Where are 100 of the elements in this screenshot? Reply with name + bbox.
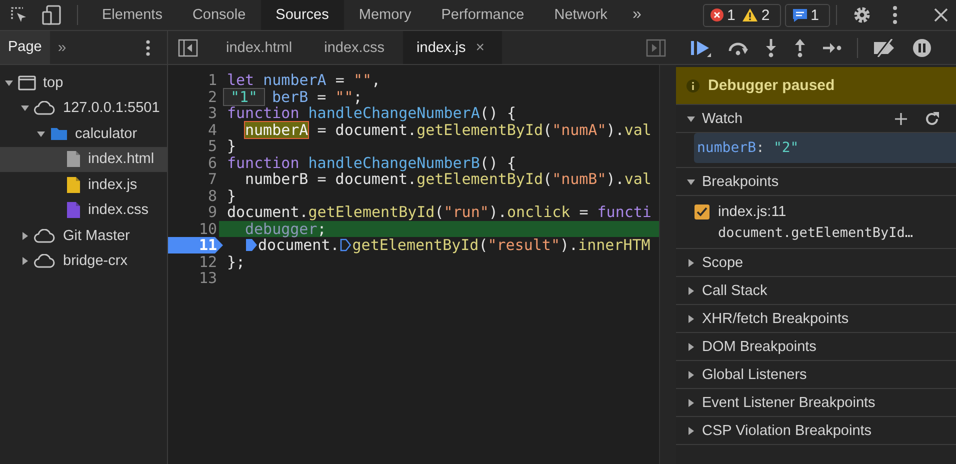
code-line: berB = ""; — [271, 88, 362, 105]
more-tabs-button[interactable]: » — [622, 6, 654, 24]
line-number: 12 — [198, 254, 218, 270]
cloud-icon — [34, 101, 56, 116]
messages-badge[interactable]: 1 — [784, 4, 830, 26]
tree-item[interactable]: index.js — [0, 172, 167, 198]
tree-label: index.html — [88, 151, 154, 168]
line-number: 8 — [206, 188, 218, 204]
settings-icon[interactable] — [852, 5, 872, 25]
pause-icon[interactable] — [912, 38, 932, 58]
more-tabs-button[interactable]: » — [50, 39, 74, 56]
tree-item[interactable]: bridge-crx — [0, 248, 167, 274]
panel-tab[interactable]: Network — [539, 0, 622, 30]
section-title: Breakpoints — [702, 174, 779, 190]
navigator-tab[interactable]: Page — [0, 31, 50, 64]
step-out-icon[interactable] — [793, 38, 807, 58]
badge-count: 2 — [761, 6, 770, 24]
breakpoint-location[interactable]: index.js:11 — [718, 202, 914, 222]
step-into-icon[interactable] — [764, 38, 778, 58]
tree-item[interactable]: calculator — [0, 121, 167, 146]
file-tab[interactable]: index.html — [212, 31, 310, 64]
sidebar-toggle-icon[interactable] — [646, 38, 666, 56]
code-line: document.getElementById("run").onclick = functi — [226, 204, 652, 220]
panel-tab[interactable]: Console — [177, 0, 261, 30]
section-header[interactable]: XHR/fetch Breakpoints — [676, 305, 956, 333]
tree-item[interactable]: Git Master — [0, 223, 167, 248]
info-icon — [686, 78, 700, 92]
section-header[interactable]: CSP Violation Breakpoints — [676, 417, 956, 445]
code-line: function handleChangeNumberB() { — [226, 154, 516, 171]
section-header[interactable]: Call Stack — [676, 277, 956, 305]
line-number: 7 — [206, 171, 218, 188]
tab-label: index.html — [226, 40, 292, 56]
breakpoint-marker-icon[interactable] — [246, 238, 257, 252]
close-icon[interactable] — [934, 8, 948, 22]
section-title: CSP Violation Breakpoints — [702, 422, 872, 438]
file-icon — [66, 150, 81, 168]
collapse-arrow-icon[interactable] — [20, 230, 30, 241]
banner-text: Debugger paused — [708, 77, 835, 94]
section-title: XHR/fetch Breakpoints — [702, 310, 849, 326]
cloud-icon — [34, 254, 56, 268]
code-line: numberA = document.getElementById("numA").val — [244, 122, 652, 138]
issues-badge[interactable]: 1 2 — [702, 4, 781, 26]
section-title: Scope — [702, 254, 744, 270]
line-number: 2 — [206, 88, 218, 105]
breakpoint-marker-icon[interactable] — [340, 238, 352, 252]
tree-label: index.js — [88, 176, 138, 193]
warning-icon — [742, 8, 758, 22]
tree-item[interactable]: index.css — [0, 198, 167, 223]
section-header[interactable]: Breakpoints — [676, 168, 956, 196]
file-tab[interactable]: index.js × — [402, 31, 502, 64]
section-header[interactable]: DOM Breakpoints — [676, 333, 956, 361]
step-icon[interactable] — [822, 40, 842, 54]
panel-tab[interactable]: Performance — [426, 0, 540, 30]
section-header[interactable]: Event Listener Breakpoints — [676, 389, 956, 417]
line-number: 10 — [198, 220, 218, 237]
more-options-icon[interactable] — [892, 5, 898, 25]
deactivate-breakpoints-icon[interactable] — [873, 38, 897, 56]
tree-item[interactable]: 127.0.0.1:5501 — [0, 96, 167, 121]
section-title: Call Stack — [702, 282, 768, 298]
breakpoint-code: document.getElementById… — [718, 224, 914, 243]
refresh-icon[interactable] — [924, 110, 940, 126]
line-number: 4 — [206, 122, 218, 138]
tree-item[interactable]: index.html — [0, 146, 167, 172]
tree-label: bridge-crx — [63, 253, 128, 270]
file-icon — [66, 201, 81, 220]
code-line: function handleChangeNumberA() { — [226, 105, 516, 122]
watch-expression[interactable]: numberB: "2" — [694, 133, 956, 163]
section-title: Event Listener Breakpoints — [702, 394, 876, 410]
line-number: 13 — [198, 270, 218, 286]
collapse-arrow-icon[interactable] — [20, 256, 30, 266]
more-options-icon[interactable] — [145, 38, 151, 56]
expand-arrow-icon[interactable] — [4, 78, 14, 88]
line-number: 3 — [206, 105, 218, 122]
message-icon — [792, 7, 808, 23]
folder-icon — [50, 126, 68, 142]
file-tab[interactable]: index.css — [310, 31, 403, 64]
line-number: 5 — [206, 138, 218, 154]
add-icon[interactable] — [894, 112, 908, 126]
tree-label: index.css — [88, 202, 148, 218]
tree-item[interactable]: top — [0, 70, 167, 96]
expand-arrow-icon[interactable] — [36, 128, 46, 139]
expand-arrow-icon[interactable] — [20, 103, 30, 114]
close-tab-button[interactable]: × — [476, 39, 484, 56]
device-icon[interactable] — [41, 4, 63, 26]
scrollbar[interactable] — [659, 65, 676, 464]
section-title: Watch — [702, 110, 743, 126]
section-header[interactable]: Scope — [676, 249, 956, 277]
panel-tab[interactable]: Sources — [260, 0, 344, 30]
code-line: document. getElementById("result").innerHTM — [223, 237, 650, 254]
panel-tab[interactable]: Elements — [87, 0, 178, 30]
section-header[interactable]: Global Listeners — [676, 361, 956, 389]
panel-tab[interactable]: Memory — [344, 0, 426, 30]
checkbox[interactable] — [694, 204, 710, 220]
code-line: let numberA = "", — [226, 72, 381, 88]
sidebar-toggle-icon[interactable] — [178, 38, 198, 56]
tree-label: calculator — [75, 126, 138, 142]
file-icon — [66, 176, 81, 194]
error-icon — [710, 8, 724, 22]
section-title: Global Listeners — [702, 366, 807, 382]
resume-icon[interactable] — [690, 38, 712, 56]
